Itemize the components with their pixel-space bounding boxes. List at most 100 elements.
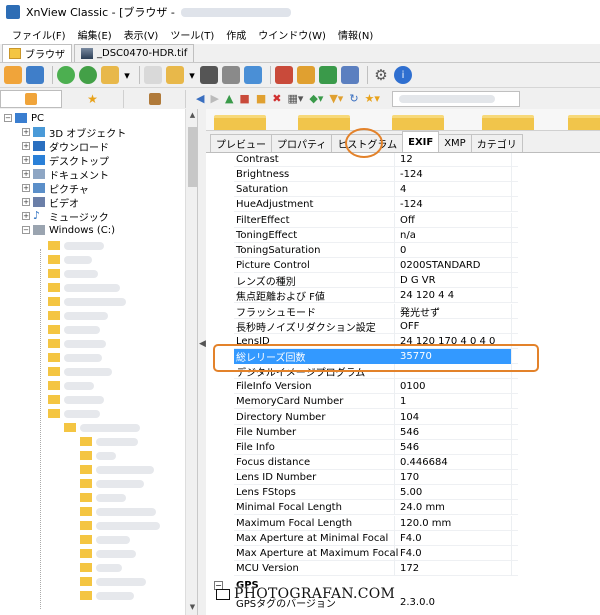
reload-icon[interactable] [79, 66, 97, 84]
exif-row[interactable]: レンズの種別 D G VR [206, 273, 600, 289]
binoculars-icon[interactable] [200, 66, 218, 84]
convert-icon[interactable] [319, 66, 337, 84]
exif-row[interactable]: Directory Number 104 [206, 409, 600, 425]
menu-tools[interactable]: ツール(T) [164, 27, 220, 42]
tab-xmp[interactable]: XMP [438, 134, 472, 152]
exif-row[interactable]: MCU Version 172 [206, 561, 600, 577]
exif-row[interactable]: 焦点距離および F値 24 120 4 4 [206, 288, 600, 304]
exif-row[interactable]: Picture Control 0200STANDARD [206, 258, 600, 274]
fullscreen-icon[interactable] [26, 66, 44, 84]
slideshow-icon[interactable] [297, 66, 315, 84]
open-icon[interactable] [144, 66, 162, 84]
folder-thumbnail[interactable] [214, 115, 266, 130]
exif-row[interactable]: MemoryCard Number 1 [206, 394, 600, 410]
address-bar[interactable] [391, 90, 520, 107]
delete-icon[interactable]: ✖ [272, 92, 281, 105]
dropdown-arrow-icon[interactable]: ▾ [188, 66, 196, 84]
expand-toggle-icon[interactable]: + [22, 184, 30, 192]
tree-scrollbar[interactable]: ▲ ▼ [185, 109, 197, 615]
exif-row[interactable]: FileInfo Version 0100 [206, 379, 600, 395]
exif-row[interactable]: Max Aperture at Minimal Focal F4.0 [206, 530, 600, 546]
up-arrow-icon[interactable]: ▲ [225, 92, 233, 105]
scroll-thumb[interactable] [188, 127, 197, 187]
view-mode-icon[interactable]: ▦▾ [287, 92, 303, 105]
scroll-down-arrow-icon[interactable]: ▼ [188, 603, 197, 613]
rename-icon[interactable]: ■ [256, 92, 266, 105]
gear-icon[interactable]: ⚙ [372, 66, 390, 84]
exif-row[interactable]: 長秒時ノイズリダクション設定 OFF [206, 318, 600, 334]
exif-row[interactable]: File Info 546 [206, 439, 600, 455]
sync-icon[interactable]: ↻ [349, 92, 358, 105]
scan-icon[interactable] [244, 66, 262, 84]
exif-row[interactable]: File Number 546 [206, 424, 600, 440]
batch-icon[interactable] [341, 66, 359, 84]
exif-row[interactable]: ToningEffect n/a [206, 227, 600, 243]
tree-node-pc[interactable]: − PC [4, 111, 44, 125]
collapse-toggle-icon[interactable]: − [4, 114, 12, 122]
dropdown-arrow-icon[interactable]: ▾ [123, 66, 131, 84]
exif-row[interactable]: Lens FStops 5.00 [206, 485, 600, 501]
tab-exif[interactable]: EXIF [402, 131, 440, 152]
sort-icon[interactable]: ◆▾ [309, 92, 323, 105]
exif-row[interactable]: Focus distance 0.446684 [206, 455, 600, 470]
exif-row[interactable]: ToningSaturation 0 [206, 242, 600, 258]
expand-toggle-icon[interactable]: + [22, 212, 30, 220]
menu-create[interactable]: 作成 [220, 27, 252, 42]
exif-row[interactable]: フラッシュモード 発光せず [206, 303, 600, 319]
menu-edit[interactable]: 編集(E) [72, 27, 118, 42]
collapse-pane-arrow-icon[interactable]: ◀ [199, 339, 206, 349]
expand-toggle-icon[interactable]: + [22, 170, 30, 178]
tab-folders[interactable] [0, 89, 62, 108]
browser-icon[interactable] [4, 66, 22, 84]
expand-toggle-icon[interactable]: + [22, 198, 30, 206]
forward-arrow-icon[interactable]: ▶ [210, 92, 218, 105]
exif-row[interactable]: Saturation 4 [206, 182, 600, 198]
menu-info[interactable]: 情報(N) [332, 27, 379, 42]
folder-thumbnail[interactable] [482, 115, 534, 130]
exif-row[interactable]: HueAdjustment -124 [206, 197, 600, 213]
tab-browser[interactable]: ブラウザ [2, 44, 72, 62]
exif-row[interactable]: Contrast 12 [206, 153, 600, 167]
exif-row[interactable]: Brightness -124 [206, 167, 600, 183]
expand-toggle-icon[interactable]: + [22, 156, 30, 164]
menu-file[interactable]: ファイル(F) [6, 27, 72, 42]
pane-splitter[interactable]: ◀ [198, 109, 206, 615]
tree-node-music[interactable]: + ♪ ミュージック [22, 209, 109, 224]
tree-node-windows-c[interactable]: − Windows (C:) [22, 223, 115, 237]
scroll-up-arrow-icon[interactable]: ▲ [188, 111, 197, 121]
expand-toggle-icon[interactable]: + [22, 128, 30, 136]
tree-node-downloads[interactable]: + ダウンロード [22, 139, 109, 154]
collapse-toggle-icon[interactable]: − [22, 226, 30, 234]
new-folder-icon[interactable]: ■ [239, 92, 249, 105]
tree-node-documents[interactable]: + ドキュメント [22, 167, 109, 182]
exif-row[interactable]: FilterEffect Off [206, 212, 600, 228]
expand-toggle-icon[interactable]: + [22, 142, 30, 150]
tab-properties[interactable]: プロパティ [271, 134, 333, 152]
tree-node-videos[interactable]: + ビデオ [22, 195, 79, 210]
print-icon[interactable] [222, 66, 240, 84]
tab-category[interactable]: カテゴリ [470, 134, 523, 152]
exif-row[interactable]: Maximum Focal Length 120.0 mm [206, 515, 600, 531]
tree-node-3d-objects[interactable]: + 3D オブジェクト [22, 125, 126, 140]
info-icon[interactable]: i [394, 66, 412, 84]
tab-preview[interactable]: プレビュー [210, 134, 272, 152]
capture-icon[interactable] [275, 66, 293, 84]
favorite-star-icon[interactable]: ★▾ [365, 92, 380, 105]
filter-icon[interactable]: ▼▾ [329, 92, 343, 105]
tab-image-file[interactable]: _DSC0470-HDR.tif [74, 44, 195, 62]
refresh-icon[interactable] [57, 66, 75, 84]
tab-catalog[interactable] [124, 89, 186, 108]
folder-thumbnail[interactable] [392, 115, 444, 130]
menu-window[interactable]: ウインドウ(W) [252, 27, 332, 42]
copy-to-folder-icon[interactable] [166, 66, 184, 84]
exif-row[interactable]: Minimal Focal Length 24.0 mm [206, 500, 600, 516]
tree-node-pictures[interactable]: + ピクチャ [22, 181, 89, 196]
back-arrow-icon[interactable]: ◀ [196, 92, 204, 105]
exif-row[interactable]: Lens ID Number 170 [206, 470, 600, 486]
move-to-folder-icon[interactable] [101, 66, 119, 84]
menu-view[interactable]: 表示(V) [118, 27, 165, 42]
tree-node-desktop[interactable]: + デスクトップ [22, 153, 109, 168]
folder-thumbnail[interactable] [568, 115, 600, 130]
tab-favorites[interactable]: ★ [62, 89, 124, 108]
folder-thumbnail[interactable] [298, 115, 350, 130]
